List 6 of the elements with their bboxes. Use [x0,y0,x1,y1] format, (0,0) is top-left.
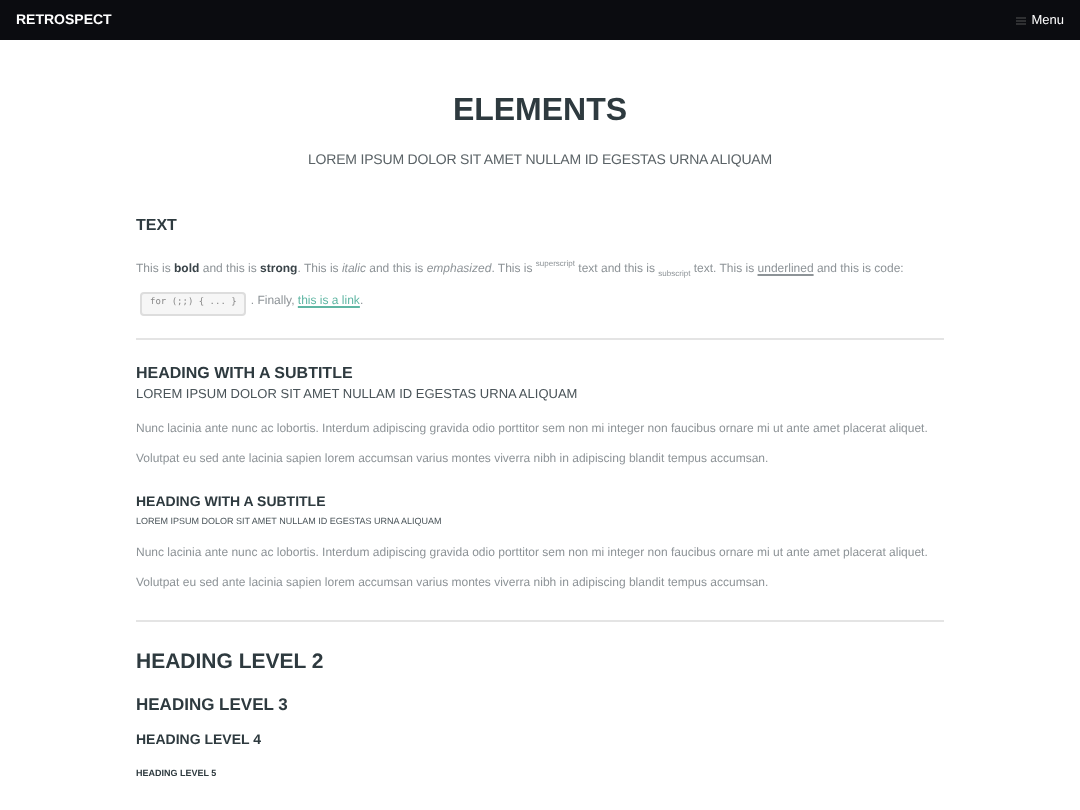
section-heading: TEXT [136,216,179,234]
section-heading: HEADING WITH A SUBTITLE [136,364,355,383]
page-title: ELEMENTS [452,94,628,130]
menu-icon [1015,15,1026,25]
heading: HEADING LEVEL 3 [136,694,290,715]
heading: HEADING LEVEL 2 [136,650,326,675]
